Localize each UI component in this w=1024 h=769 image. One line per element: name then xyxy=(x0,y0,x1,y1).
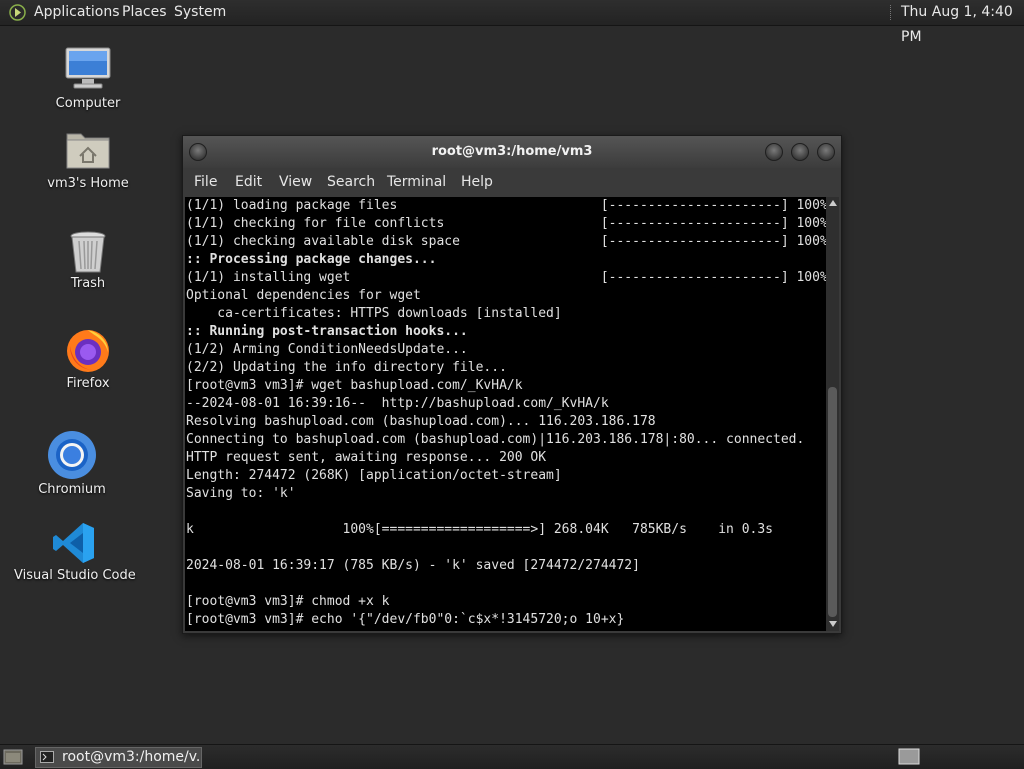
terminal-line: --2024-08-01 16:39:16-- http://bashuploa… xyxy=(186,396,609,411)
taskbar-window-label: root@vm3:/home/v... xyxy=(62,749,202,765)
vscode-icon xyxy=(53,523,94,563)
terminal-line: Resolving bashupload.com (bashupload.com… xyxy=(186,414,656,429)
home-folder-icon xyxy=(66,133,110,169)
terminal-line: [root@vm3 vm3]# wget bashupload.com/_KvH… xyxy=(186,378,523,393)
terminal-line: Optional dependencies for wget xyxy=(186,288,421,303)
desktop-icon-vscode[interactable]: Visual Studio Code xyxy=(14,520,136,586)
terminal-line: :: Processing package changes... xyxy=(186,252,437,267)
terminal-line: ca-certificates: HTTPS downloads [instal… xyxy=(186,306,562,321)
applications-menu[interactable]: Applications xyxy=(34,0,120,25)
trash-icon xyxy=(70,231,106,273)
desktop-icon-label: Firefox xyxy=(66,376,110,391)
desktop-icon-label: Visual Studio Code xyxy=(14,568,136,583)
terminal-lines: (1/1) loading package files [-----------… xyxy=(186,197,826,629)
desktop-icon-label: Chromium xyxy=(38,482,106,497)
menu-search[interactable]: Search xyxy=(327,168,375,196)
firefox-icon xyxy=(67,330,109,372)
terminal-line: (1/1) loading package files [-----------… xyxy=(186,198,826,213)
terminal-icon xyxy=(40,751,54,763)
terminal-line: Saving to: 'k' xyxy=(186,486,296,501)
top-panel: Applications Places System Thu Aug 1, 4:… xyxy=(0,0,1024,45)
terminal-line: (2/2) Updating the info directory file..… xyxy=(186,360,507,375)
panel-separator xyxy=(890,5,893,20)
computer-icon xyxy=(65,47,111,89)
window-title: root@vm3:/home/vm3 xyxy=(431,144,593,159)
distro-logo-icon[interactable] xyxy=(9,4,26,21)
menu-file[interactable]: File xyxy=(194,168,217,196)
terminal-line: 2024-08-01 16:39:17 (785 KB/s) - 'k' sav… xyxy=(186,558,640,573)
terminal-line: HTTP request sent, awaiting response... … xyxy=(186,450,547,465)
terminal-menubar: File Edit View Search Terminal Help xyxy=(183,168,841,196)
menu-help[interactable]: Help xyxy=(461,168,493,196)
close-button[interactable] xyxy=(817,143,835,161)
system-menu[interactable]: System xyxy=(174,0,226,25)
terminal-line: k 100%[===================>] 268.04K 785… xyxy=(186,522,773,537)
menu-view[interactable]: View xyxy=(279,168,312,196)
desktop-icon-label: vm3's Home xyxy=(47,176,129,191)
terminal-line: (1/1) checking available disk space [---… xyxy=(186,234,826,249)
terminal-line: Length: 274472 (268K) [application/octet… xyxy=(186,468,562,483)
taskbar-window-button[interactable]: root@vm3:/home/v... xyxy=(35,747,202,768)
desktop-icon-home[interactable]: vm3's Home xyxy=(34,128,142,196)
desktop-icon-label: Trash xyxy=(70,276,106,291)
terminal-line: Connecting to bashupload.com (bashupload… xyxy=(186,432,805,447)
bottom-panel: root@vm3:/home/v... xyxy=(0,744,1024,769)
window-titlebar[interactable]: root@vm3:/home/vm3 xyxy=(183,136,841,168)
desktop-icon-firefox[interactable]: Firefox xyxy=(54,326,122,394)
desktop-icon-trash[interactable]: Trash xyxy=(54,228,122,296)
menu-edit[interactable]: Edit xyxy=(235,168,262,196)
scrollbar[interactable] xyxy=(826,197,839,631)
terminal-line: (1/2) Arming ConditionNeedsUpdate... xyxy=(186,342,468,357)
show-desktop-icon[interactable] xyxy=(3,749,23,765)
desktop-icon-chromium[interactable]: Chromium xyxy=(34,430,110,498)
desktop-icon-computer[interactable]: Computer xyxy=(44,44,132,116)
terminal-line: (1/1) installing wget [-----------------… xyxy=(186,270,826,285)
clock[interactable]: Thu Aug 1, 4:40 PM xyxy=(901,0,1024,45)
terminal-line: [root@vm3 vm3]# chmod +x k xyxy=(186,594,390,609)
menu-terminal[interactable]: Terminal xyxy=(387,168,446,196)
terminal-output[interactable]: (1/1) loading package files [-----------… xyxy=(185,197,826,631)
scroll-down-arrow-icon[interactable] xyxy=(829,621,837,627)
places-menu[interactable]: Places xyxy=(122,0,167,25)
maximize-button[interactable] xyxy=(791,143,809,161)
terminal-line: :: Running post-transaction hooks... xyxy=(186,324,468,339)
terminal-line: (1/1) checking for file conflicts [-----… xyxy=(186,216,826,231)
scroll-up-arrow-icon[interactable] xyxy=(829,200,837,206)
scrollbar-thumb[interactable] xyxy=(828,387,837,617)
terminal-window[interactable]: root@vm3:/home/vm3 File Edit View Search… xyxy=(182,135,842,634)
workspace-switcher-icon[interactable] xyxy=(898,748,920,765)
desktop-icon-label: Computer xyxy=(55,96,121,111)
chromium-icon xyxy=(48,431,96,479)
terminal-line: [root@vm3 vm3]# echo '{"/dev/fb0"0:`c$x*… xyxy=(186,612,625,627)
minimize-button[interactable] xyxy=(765,143,783,161)
